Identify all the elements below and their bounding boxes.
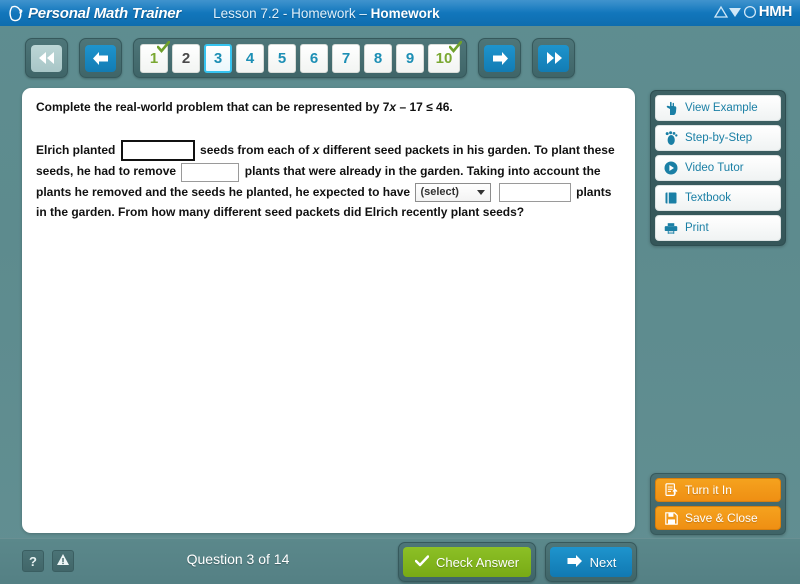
floppy-disk-icon [664,511,678,525]
pager-number-5[interactable]: 5 [268,43,296,73]
question-prompt-text-b: – 17 ≤ 46. [396,100,453,114]
pager-number-4-label: 4 [245,49,255,67]
pager-number-9-label: 9 [405,49,415,67]
play-circle-icon [664,161,678,176]
double-left-arrow-icon [31,44,62,72]
question-pager: 1 2 3 4 5 6 7 8 9 10 [25,38,575,78]
app-header: Personal Math Trainer Lesson 7.2 - Homew… [0,0,800,26]
question-segment-2: seeds from each of [200,143,310,157]
turn-it-in-label: Turn it In [685,483,732,497]
turn-it-in-button[interactable]: Turn it In [655,478,781,502]
pager-number-2-label: 2 [181,49,191,67]
save-and-close-label: Save & Close [685,511,758,525]
right-arrow-icon [484,44,515,72]
textbook-label: Textbook [685,192,732,204]
book-icon [664,191,678,206]
pager-last-button[interactable] [532,38,575,78]
lesson-breadcrumb-current: Homework [370,5,440,21]
pager-number-6[interactable]: 6 [300,43,328,73]
pager-number-3-label: 3 [213,49,223,67]
pager-number-strip: 1 2 3 4 5 6 7 8 9 10 [133,38,467,78]
question-variable-x: x [312,143,320,157]
pointing-hand-icon [664,101,678,116]
report-problem-button[interactable] [52,550,74,572]
step-by-step-label: Step-by-Step [685,132,753,144]
video-tutor-button[interactable]: Video Tutor [655,155,781,181]
save-and-close-button[interactable]: Save & Close [655,506,781,530]
action-panel: Turn it In Save & Close [650,473,786,535]
help-button[interactable]: ? [22,550,44,572]
question-mark-icon: ? [29,553,37,569]
check-answer-pill: Check Answer [403,547,531,577]
question-prompt-text-a: Complete the real-world problem that can… [36,100,390,114]
checkmark-icon [448,40,463,54]
tools-sidebar: View Example Step-by-Step Video Tutor Te… [650,90,786,246]
pager-prev-button[interactable] [79,38,122,78]
document-upload-icon [664,483,678,497]
question-panel: Complete the real-world problem that can… [22,88,635,533]
view-example-label: View Example [685,102,758,114]
print-button[interactable]: Print [655,215,781,241]
footprint-icon [664,130,678,146]
step-by-step-button[interactable]: Step-by-Step [655,125,781,151]
pager-number-7[interactable]: 7 [332,43,360,73]
warning-triangle-icon [56,553,70,569]
hmh-triangle-check-circle-icon [713,5,757,19]
textbook-button[interactable]: Textbook [655,185,781,211]
comparison-select-value: (select) [420,185,459,198]
view-example-button[interactable]: View Example [655,95,781,121]
pager-number-1[interactable]: 1 [140,40,171,73]
pager-number-8-label: 8 [373,49,383,67]
brand-name: Personal Math Trainer [28,4,182,22]
question-body: Elrich planted seeds from each of x diff… [36,140,621,222]
answer-blank-1[interactable] [120,140,195,162]
publisher-name: HMH [758,3,793,20]
pager-number-7-label: 7 [341,49,351,67]
pager-number-5-label: 5 [277,49,287,67]
answer-blank-2[interactable] [181,162,240,182]
printer-icon [664,221,678,236]
check-answer-label: Check Answer [435,554,520,570]
pager-number-3[interactable]: 3 [204,43,232,73]
answer-blank-3[interactable] [498,182,571,202]
next-label: Next [589,554,617,570]
video-tutor-label: Video Tutor [685,162,744,174]
question-segment-1: Elrich planted [36,143,116,157]
check-answer-button[interactable]: Check Answer [398,542,536,582]
page-root: Personal Math Trainer Lesson 7.2 - Homew… [0,0,800,584]
double-right-arrow-icon [538,44,569,72]
pager-number-8[interactable]: 8 [364,43,392,73]
next-pill: Next [550,547,632,577]
chevron-down-icon [477,189,486,195]
question-counter: Question 3 of 14 [186,551,290,567]
right-arrow-icon [566,554,583,571]
pager-number-9[interactable]: 9 [396,43,424,73]
print-label: Print [685,222,709,234]
pager-next-button[interactable] [478,38,521,78]
checkmark-icon [414,554,430,570]
pager-number-4[interactable]: 4 [236,43,264,73]
checkmark-icon [156,40,171,54]
left-arrow-icon [85,44,116,72]
comparison-select[interactable]: (select) [415,182,492,202]
pager-number-2[interactable]: 2 [172,43,200,73]
brand-logo: Personal Math Trainer [8,5,181,22]
lesson-breadcrumb-prefix: Lesson 7.2 - Homework – [213,5,371,21]
pager-first-button[interactable] [25,38,68,78]
pager-number-6-label: 6 [309,49,319,67]
pitcher-icon [8,5,23,22]
lesson-breadcrumb: Lesson 7.2 - Homework – Homework [213,6,440,21]
next-button[interactable]: Next [545,542,637,582]
question-prompt: Complete the real-world problem that can… [36,100,621,114]
footer-utility-buttons: ? [22,550,74,572]
publisher-logo: HMH [713,3,792,20]
pager-number-10[interactable]: 10 [428,40,463,73]
